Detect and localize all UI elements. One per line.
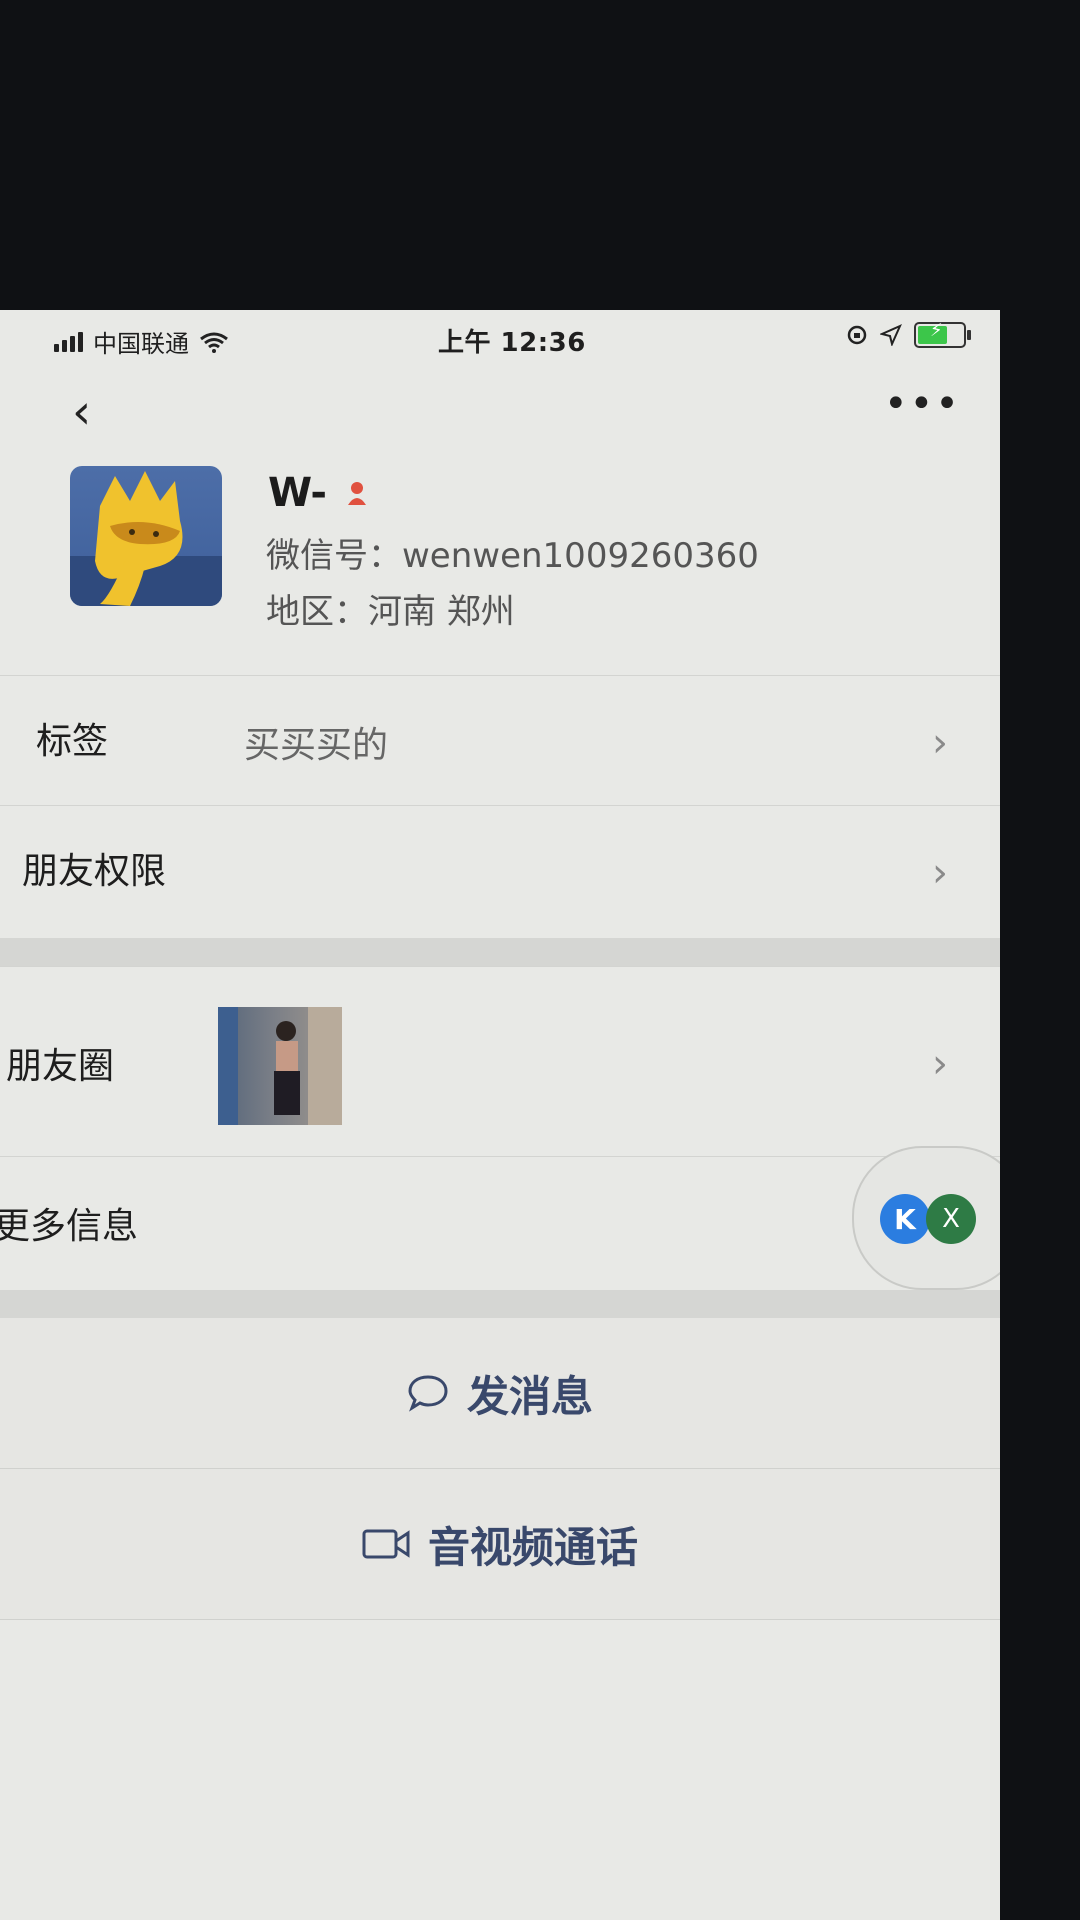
name-row: W- — [268, 470, 371, 516]
region-line: 地区：河南 郑州 — [266, 584, 515, 633]
video-call-button[interactable]: 音视频通话 — [0, 1469, 1000, 1619]
region-label: 地区： — [266, 592, 368, 632]
nav-bar: ‹ ••• — [0, 372, 1000, 456]
section-divider — [0, 1290, 1000, 1318]
wechat-id-label: 微信号： — [266, 536, 402, 576]
avatar[interactable] — [70, 466, 222, 606]
more-options-icon[interactable]: ••• — [884, 384, 961, 424]
status-left: 中国联通 — [54, 324, 229, 359]
more-info-label: 更多信息 — [0, 1206, 139, 1247]
moments-photo-thumbnail — [218, 1007, 342, 1125]
friend-permissions-row[interactable]: 朋友权限 › — [0, 805, 1000, 936]
location-icon — [880, 324, 902, 346]
chevron-left-icon[interactable]: ‹ — [72, 388, 91, 436]
orientation-lock-icon — [847, 325, 867, 345]
profile-header: W- 微信号：wenwen1009260360 地区：河南 郑州 — [0, 460, 1000, 670]
avatar-image — [70, 471, 222, 606]
wifi-icon — [200, 332, 228, 353]
female-icon — [347, 482, 366, 505]
k-app-icon[interactable]: K — [880, 1194, 930, 1244]
moments-label: 朋友圈 — [6, 1046, 115, 1087]
carrier-label: 中国联通 — [93, 330, 189, 358]
phone-screen: 中国联通 上午 12:36 ⚡ ‹ ••• W- 微信号：wenwen10092… — [0, 310, 1000, 1920]
chevron-right-icon: › — [932, 850, 948, 896]
tags-value: 买买买的 — [244, 725, 389, 766]
friend-permissions-label: 朋友权限 — [22, 851, 167, 892]
profile-name: W- — [268, 470, 327, 516]
chevron-right-icon: › — [932, 1041, 948, 1087]
video-camera-icon — [362, 1529, 410, 1559]
moments-row[interactable]: 朋友圈 › — [0, 966, 1000, 1157]
signal-icon — [54, 331, 83, 352]
battery-icon: ⚡ — [914, 320, 971, 348]
status-right: ⚡ — [846, 320, 971, 348]
floating-app-bubble[interactable]: K X — [852, 1146, 1000, 1290]
status-time: 上午 12:36 — [438, 328, 586, 358]
wechat-id-value: wenwen1009260360 — [402, 536, 759, 576]
more-info-row[interactable]: 更多信息 — [0, 1156, 1000, 1287]
chat-bubble-icon — [408, 1375, 448, 1412]
wechat-id-line: 微信号：wenwen1009260360 — [266, 528, 759, 577]
action-divider — [0, 1619, 1000, 1620]
video-call-label: 音视频通话 — [427, 1522, 638, 1572]
close-icon[interactable]: X — [926, 1194, 976, 1244]
section-divider — [0, 938, 1000, 966]
send-message-label: 发消息 — [466, 1371, 593, 1421]
region-value: 河南 郑州 — [368, 592, 515, 632]
tags-row[interactable]: 标签 买买买的 › — [0, 675, 1000, 806]
status-bar: 中国联通 上午 12:36 ⚡ — [0, 310, 1000, 372]
chevron-right-icon: › — [932, 720, 948, 766]
send-message-button[interactable]: 发消息 — [0, 1318, 1000, 1468]
tags-label: 标签 — [36, 721, 109, 762]
